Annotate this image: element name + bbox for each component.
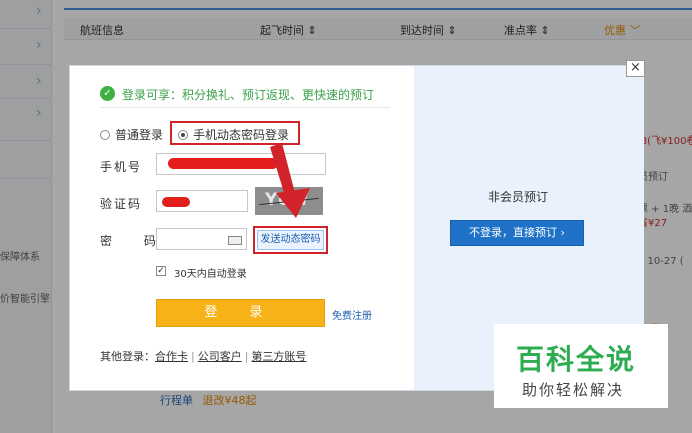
watermark-logo: 百科全说 助你轻松解决	[494, 324, 668, 408]
auto-login-label: 30天内自动登录	[174, 269, 247, 280]
link-coop-card[interactable]: 合作卡	[155, 350, 188, 363]
login-button[interactable]: 登 录	[156, 299, 325, 327]
close-icon[interactable]: ×	[626, 60, 645, 77]
watermark-title: 百科全说	[516, 343, 637, 376]
send-code-button[interactable]: 发送动态密码	[257, 230, 324, 250]
guest-title: 非会员预订	[488, 190, 549, 204]
watermark-subtitle: 助你轻松解决	[522, 381, 625, 399]
link-company[interactable]: 公司客户	[198, 350, 242, 363]
auto-login-checkbox[interactable]: ✓	[156, 266, 166, 276]
redaction-mark	[162, 197, 190, 207]
radio-normal[interactable]	[100, 130, 110, 140]
tip-text: 登录可享：积分换礼、预订返现、更快速的预订	[122, 88, 375, 102]
captcha-image[interactable]: YcW	[255, 187, 323, 215]
link-third-party[interactable]: 第三方账号	[251, 350, 306, 363]
phone-label: 手机号	[100, 160, 143, 174]
highlight-box: 发送动态密码	[253, 226, 328, 254]
captcha-label: 验证码	[100, 197, 143, 211]
mode-normal-option[interactable]: 普通登录	[100, 126, 163, 143]
keyboard-icon[interactable]	[228, 236, 242, 245]
register-link[interactable]: 免费注册	[332, 307, 372, 322]
other-login-row: 其他登录：合作卡 | 公司客户 | 第三方账号	[100, 350, 307, 363]
guest-booking-button[interactable]: 不登录，直接预订 ›	[450, 220, 584, 246]
login-benefit-tip: ✓ 登录可享：积分换礼、预订返现、更快速的预订	[100, 86, 390, 108]
mode-dynamic-option[interactable]: 手机动态密码登录	[178, 126, 289, 143]
other-login-label: 其他登录：	[100, 350, 155, 363]
redaction-mark	[168, 158, 278, 169]
radio-dynamic[interactable]	[178, 130, 188, 140]
check-icon: ✓	[100, 86, 115, 101]
